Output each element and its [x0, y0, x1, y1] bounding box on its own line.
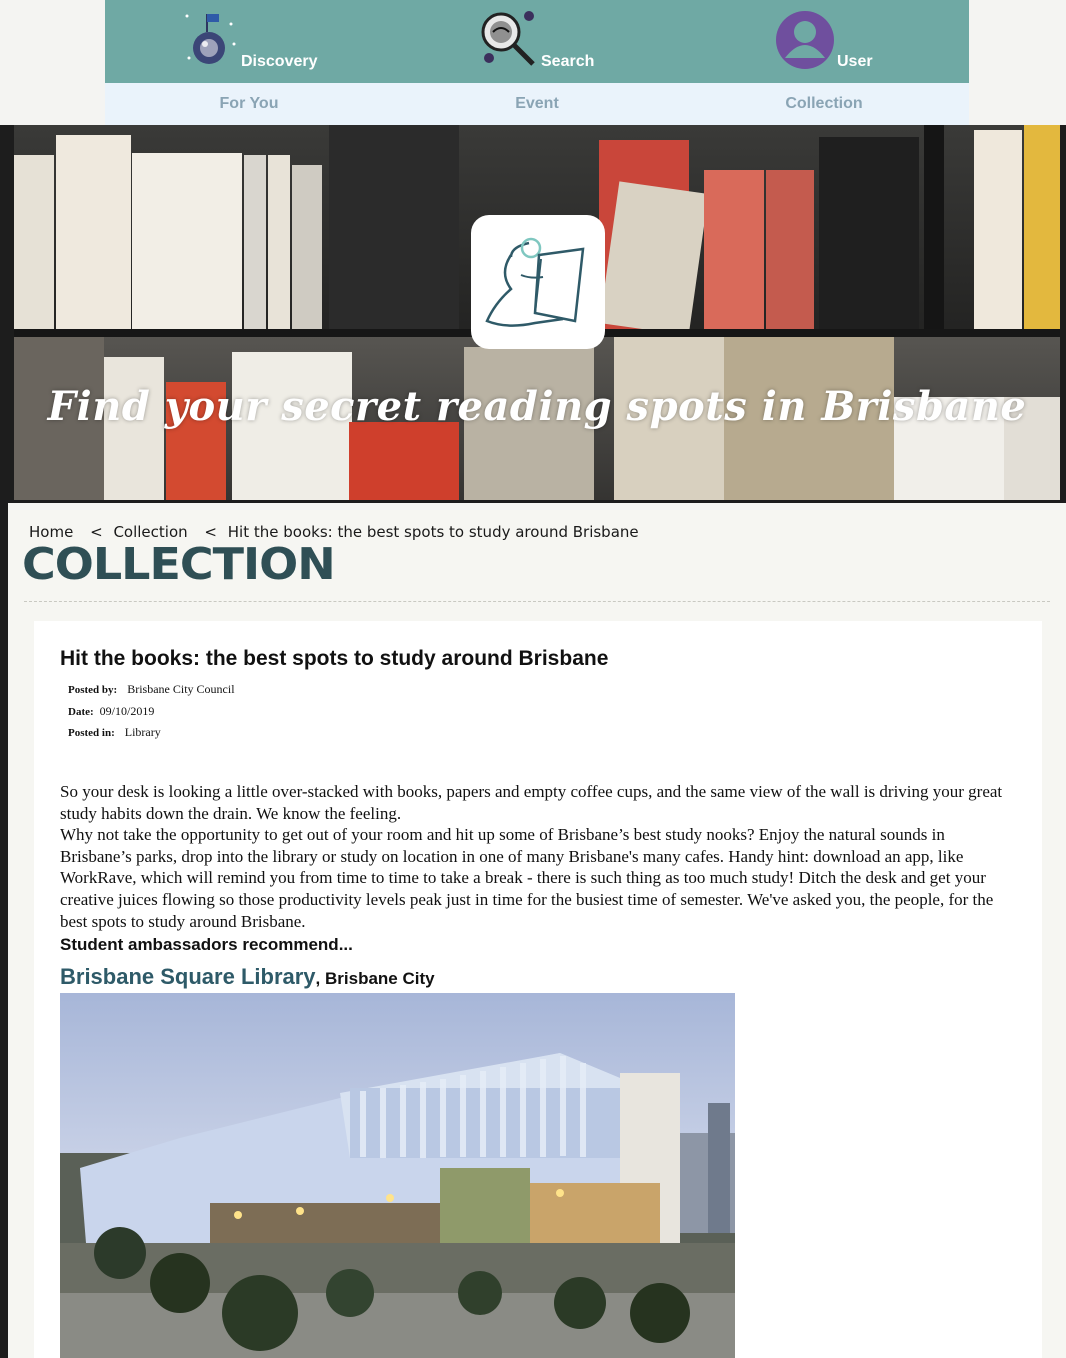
nav-search[interactable]: Search [475, 0, 635, 83]
hero-logo [471, 215, 605, 349]
meta-date-value: 09/10/2019 [99, 704, 155, 718]
article-card: Hit the books: the best spots to study a… [34, 621, 1042, 1358]
planet-flag-icon [185, 14, 236, 64]
meta-date: Date: 09/10/2019 [68, 704, 154, 719]
nav-user[interactable]: User [773, 0, 933, 83]
subnav-for-you[interactable]: For You [149, 83, 349, 125]
platypus-reading-icon [485, 237, 585, 327]
place-link[interactable]: Brisbane Square Library [60, 964, 316, 989]
meta-posted-by-value: Brisbane City Council [127, 682, 235, 696]
subnav-collection[interactable]: Collection [724, 83, 924, 125]
hero-tagline: Find your secret reading spots in Brisba… [47, 383, 1027, 430]
place-heading: Brisbane Square Library, Brisbane City [60, 964, 435, 990]
nav-user-label: User [837, 53, 873, 70]
top-nav: Discovery Search User [105, 0, 969, 83]
article-paragraph: So your desk is looking a little over-st… [60, 782, 1003, 823]
section-heading: COLLECTION [22, 538, 336, 590]
subnav-event[interactable]: Event [437, 83, 637, 125]
meta-posted-in-value: Library [124, 725, 161, 739]
article-body: So your desk is looking a little over-st… [60, 781, 1020, 932]
article-paragraph: Why not take the opportunity to get out … [60, 825, 994, 931]
meta-date-label: Date: [68, 706, 94, 718]
library-photo [60, 993, 735, 1358]
article-title: Hit the books: the best spots to study a… [60, 647, 609, 670]
nav-search-label: Search [541, 53, 595, 70]
meta-posted-in-label: Posted in: [68, 727, 115, 739]
sub-nav: For You Event Collection [105, 83, 969, 125]
user-avatar-icon [776, 11, 834, 69]
meta-posted-by-label: Posted by: [68, 684, 118, 696]
meta-posted-in: Posted in: Library [68, 725, 161, 740]
magnifier-face-icon [481, 11, 535, 66]
content-area: Home < Collection < Hit the books: the b… [8, 503, 1066, 1358]
hero-banner: Find your secret reading spots in Brisba… [14, 125, 1060, 500]
divider [24, 601, 1050, 602]
place-suburb: , Brisbane City [315, 969, 435, 988]
meta-posted-by: Posted by: Brisbane City Council [68, 682, 235, 697]
nav-discovery-label: Discovery [241, 53, 318, 70]
article-subheading: Student ambassadors recommend... [60, 935, 353, 954]
nav-discovery[interactable]: Discovery [175, 0, 335, 83]
